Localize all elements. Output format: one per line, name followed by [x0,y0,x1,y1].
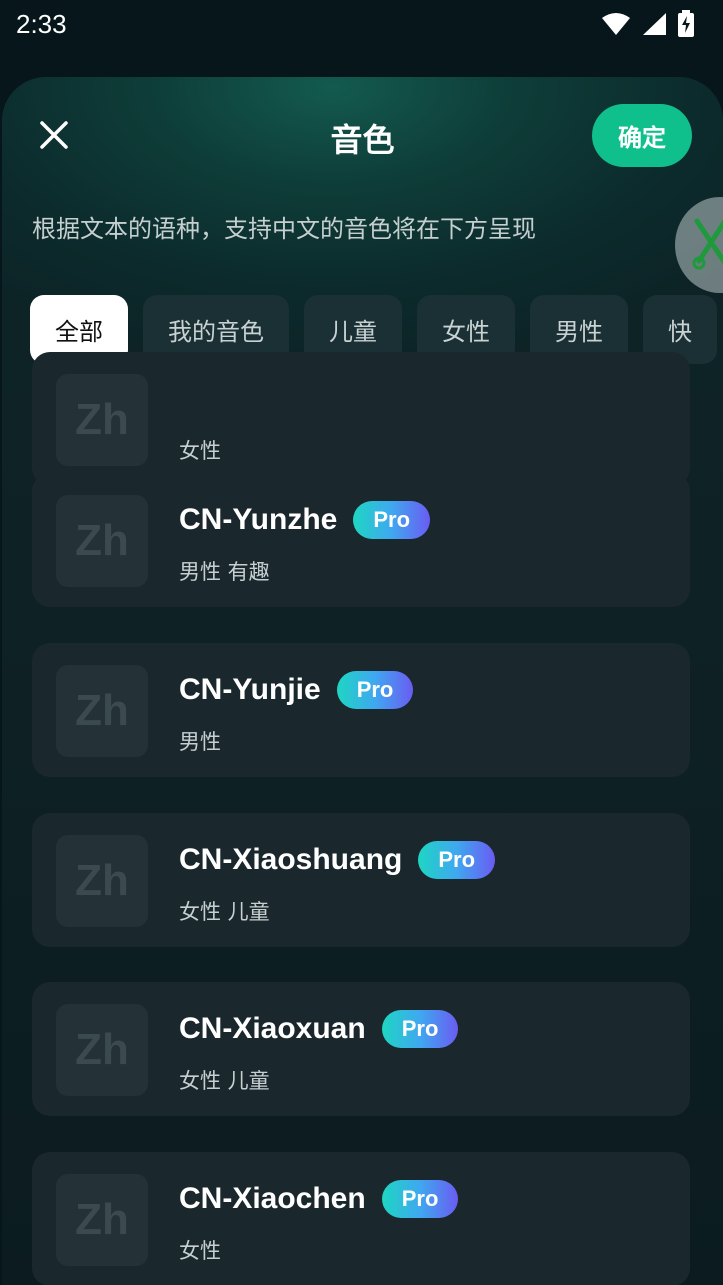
wifi-icon [601,12,631,40]
confirm-button[interactable]: 确定 [592,104,692,167]
voice-card[interactable]: Zh CN-Yunjie Pro 男性 [32,643,690,777]
pro-badge: Pro [418,841,496,879]
voice-avatar: Zh [56,374,148,466]
voice-tags: 女性 [179,439,221,463]
language-hint: 根据文本的语种，支持中文的音色将在下方呈现 [32,215,536,243]
status-bar: 2:33 [0,0,723,52]
voice-tags: 男性 [179,730,221,754]
pro-badge: Pro [336,671,414,709]
status-time: 2:33 [16,9,67,39]
voice-name: CN-Xiaoxuan [179,1012,366,1045]
voice-name: CN-Yunjie [179,673,321,706]
voice-card[interactable]: Zh CN-Xiaoxuan Pro 女性 儿童 [32,982,690,1116]
voice-tags: 女性 儿童 [179,900,270,924]
voice-name: CN-Xiaoshuang [179,843,403,876]
voice-name: CN-Xiaochen [179,1182,366,1215]
voice-tags: 女性 儿童 [179,1069,270,1093]
voice-avatar: Zh [56,835,148,927]
battery-charging-icon [677,10,695,42]
voice-name: CN-Yunzhe [179,503,338,536]
voice-card[interactable]: Zh CN-Xiaochen Pro 女性 [32,1152,690,1285]
voice-card[interactable]: Zh 女性 [32,352,690,486]
voice-card[interactable]: Zh CN-Xiaoshuang Pro 女性 儿童 [32,813,690,947]
voice-sheet: 音色 确定 根据文本的语种，支持中文的音色将在下方呈现 全部 我的音色 儿童 女… [2,77,723,1285]
status-icons [601,10,695,42]
voice-avatar: Zh [56,1174,148,1266]
wrench-screwdriver-icon [691,213,723,277]
pro-badge: Pro [381,1010,459,1048]
pro-badge: Pro [381,1180,459,1218]
voice-tags: 男性 有趣 [179,560,270,584]
voice-avatar: Zh [56,665,148,757]
voice-tags: 女性 [179,1239,221,1263]
voice-avatar: Zh [56,1004,148,1096]
voice-avatar: Zh [56,495,148,587]
pro-badge: Pro [353,501,431,539]
voice-card[interactable]: Zh CN-Yunzhe Pro 男性 有趣 [32,473,690,607]
signal-icon [641,12,667,40]
